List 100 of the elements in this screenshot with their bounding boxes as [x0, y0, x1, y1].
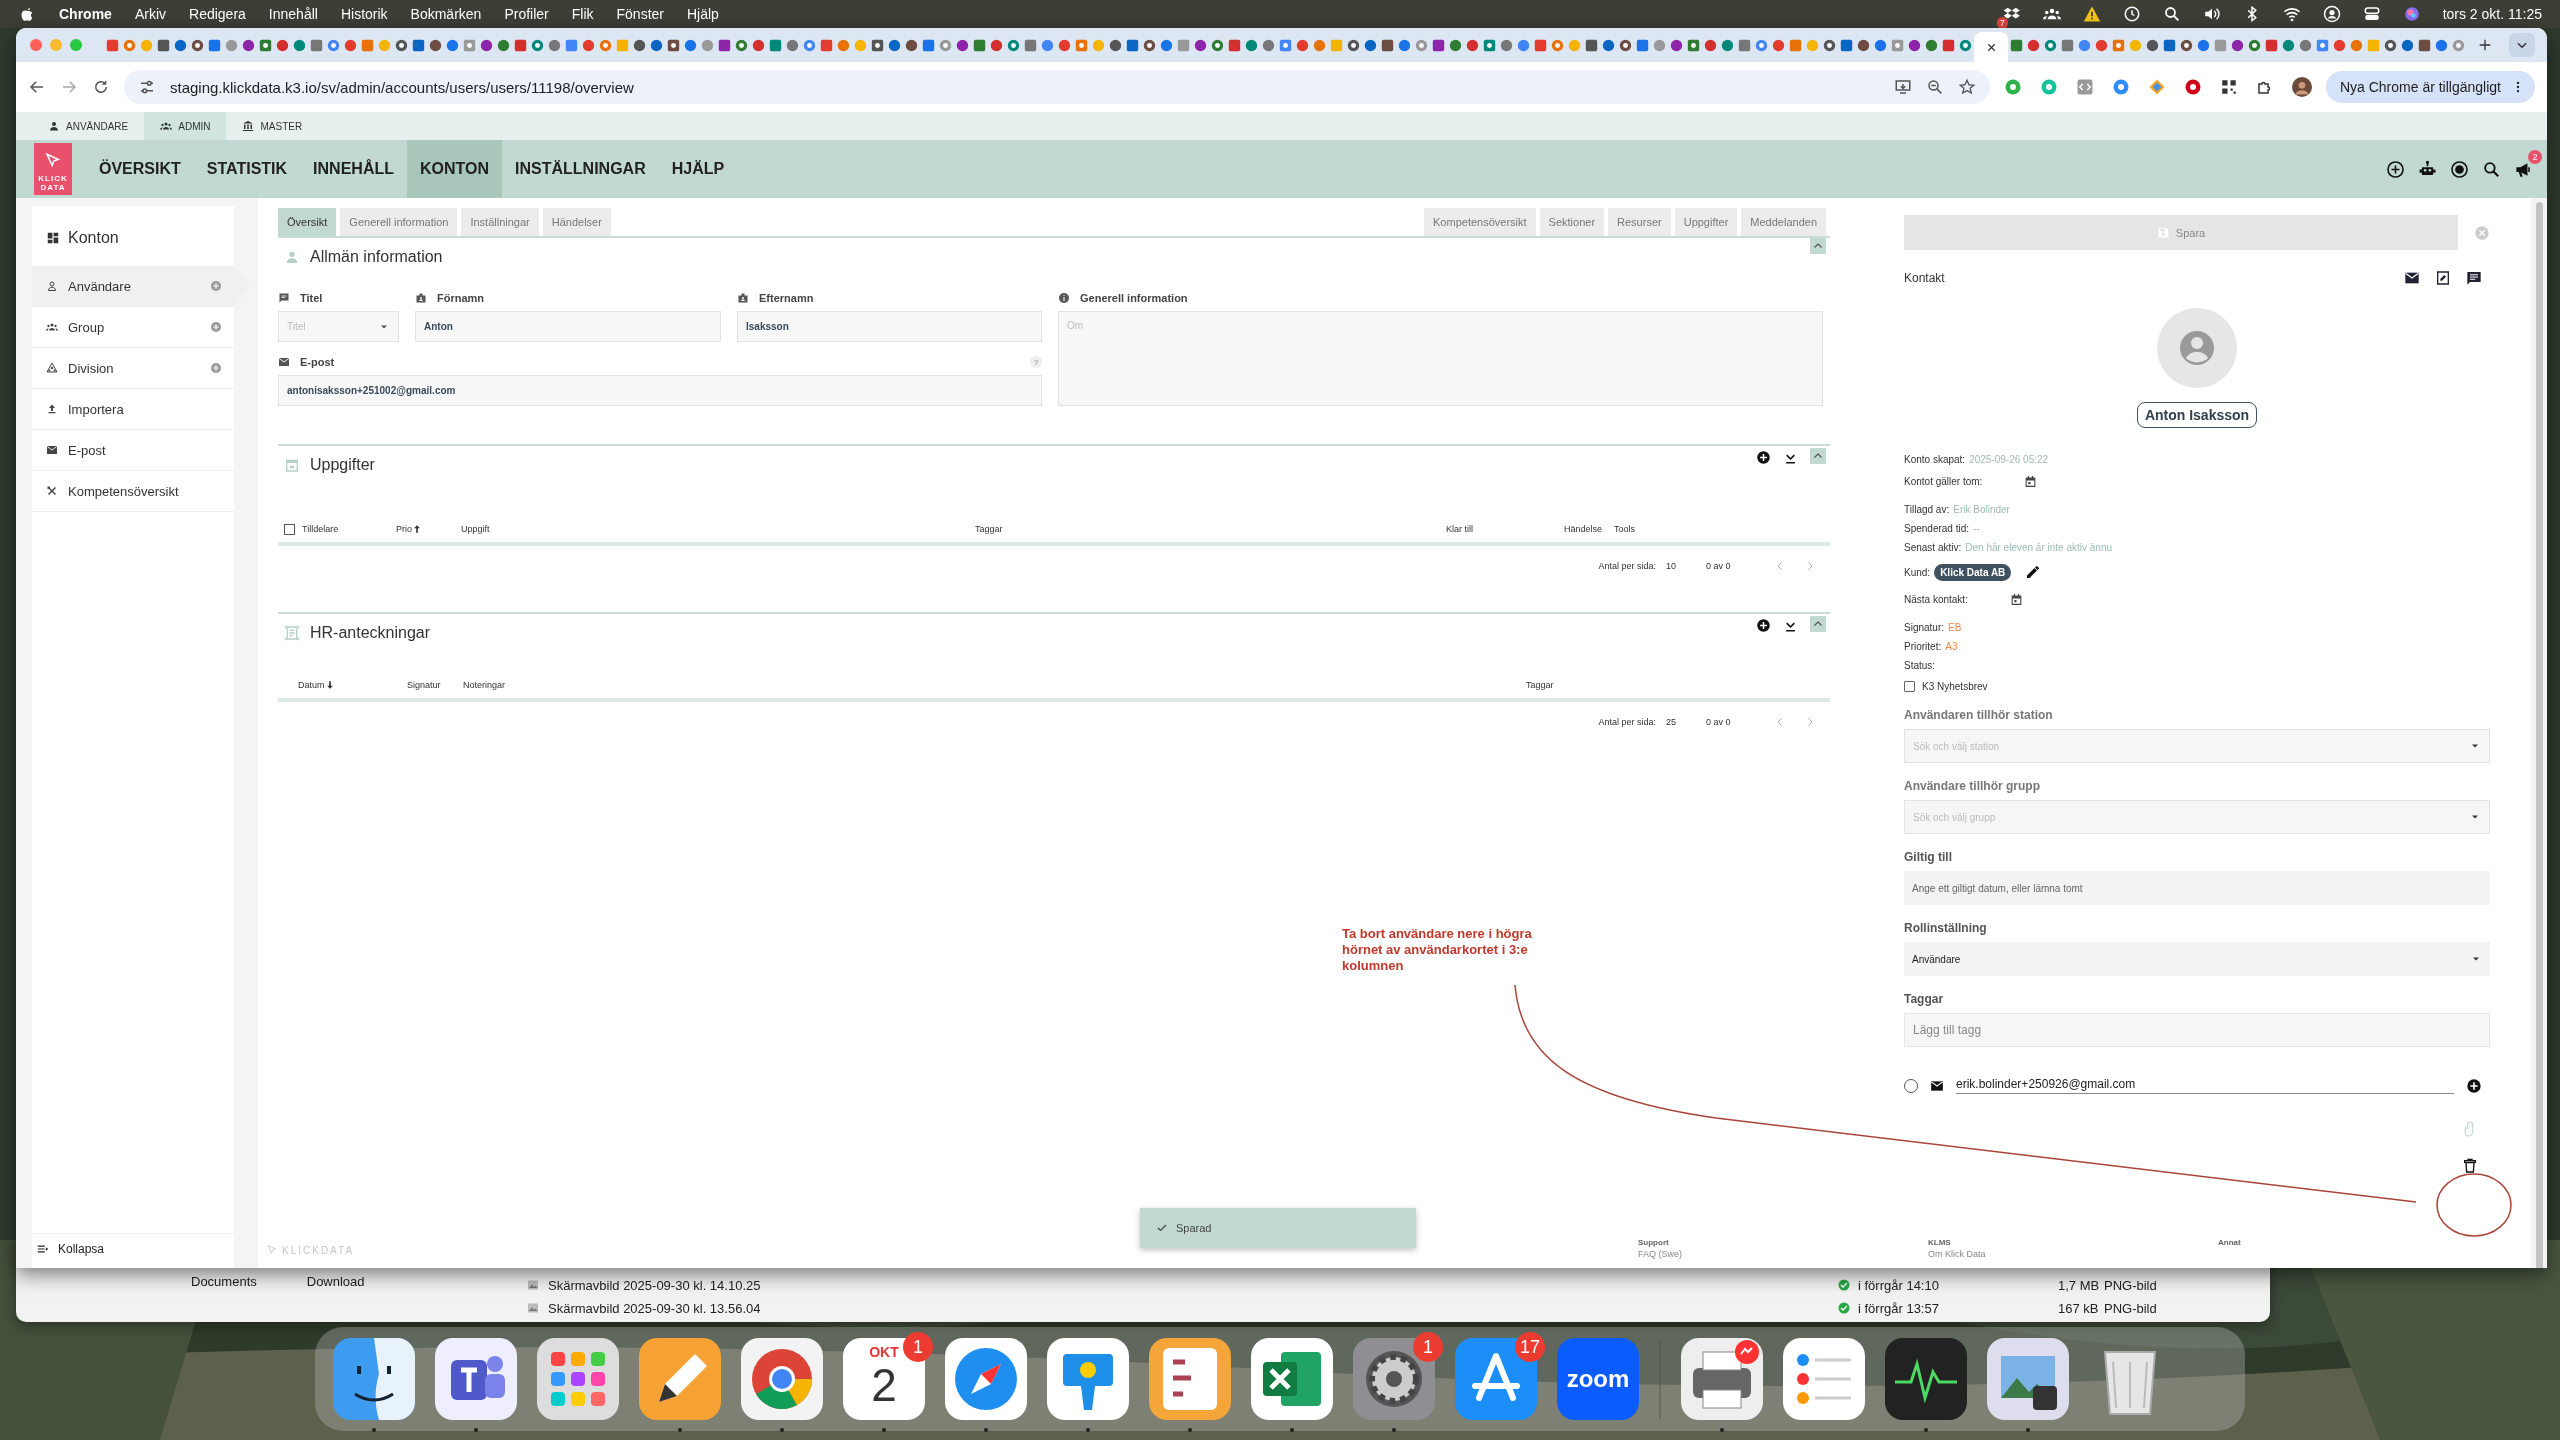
menu-item[interactable]: Innehåll	[268, 6, 318, 22]
printer-icon[interactable]	[1681, 1338, 1763, 1420]
edit-note-icon[interactable]	[2435, 270, 2451, 286]
mail-icon[interactable]	[2404, 270, 2420, 286]
tab[interactable]: Översikt	[278, 208, 337, 236]
sidebar-item[interactable]: Download	[306, 1274, 365, 1322]
nav-item[interactable]: KONTON	[407, 140, 503, 198]
podium-icon[interactable]	[1047, 1338, 1129, 1420]
warning-icon[interactable]	[2082, 5, 2101, 23]
calendar-icon[interactable]	[2009, 593, 2023, 606]
video-app-icon[interactable]: zoom	[1557, 1338, 1639, 1420]
update-button[interactable]: Nya Chrome är tillgängligt	[2325, 71, 2535, 103]
per-page-select[interactable]: 25	[1666, 717, 1706, 727]
date-field[interactable]: Ange ett giltigt datum, eller lämna tomt	[1904, 871, 2490, 905]
app-grid-icon[interactable]	[537, 1338, 619, 1420]
smiling-face-icon[interactable]	[333, 1338, 415, 1420]
nav-item[interactable]: STATISTIK	[193, 140, 301, 198]
collapse-button[interactable]	[1810, 447, 1826, 464]
sort-up-icon[interactable]	[412, 524, 422, 534]
calendar-icon[interactable]	[2024, 475, 2038, 488]
menu-item[interactable]: Fönster	[616, 6, 664, 22]
footer-link[interactable]: Om Klick Data	[1928, 1249, 2218, 1259]
add-icon[interactable]	[1756, 618, 1771, 633]
sidebar-item[interactable]: Documents	[191, 1274, 257, 1322]
column-header[interactable]: Taggar	[975, 524, 1003, 534]
column-header[interactable]: Händelse	[1564, 524, 1603, 534]
back-icon[interactable]	[28, 78, 46, 96]
spreadsheet-icon[interactable]	[1251, 1338, 1333, 1420]
menu-item[interactable]: Chrome	[59, 6, 112, 22]
file-name[interactable]: Skärmavbild 2025-09-30 kl. 14.10.25	[548, 1277, 1838, 1293]
add-icon[interactable]	[2466, 1077, 2482, 1094]
profile-avatar[interactable]	[2291, 77, 2312, 97]
tab[interactable]: Inställningar	[461, 208, 539, 236]
sidebar-item[interactable]: Importera	[32, 389, 234, 430]
nav-item[interactable]: INSTÄLLNINGAR	[502, 140, 659, 198]
nav-item[interactable]: INNEHÅLL	[300, 140, 407, 198]
column-header[interactable]: Noteringar	[463, 680, 506, 690]
role-select[interactable]: Användare	[1904, 942, 2490, 976]
checklist-icon[interactable]	[1783, 1338, 1865, 1420]
address-bar[interactable]: staging.klickdata.k3.io/sv/admin/accounts/users/users/11198/overview	[124, 70, 1990, 104]
extension-icon[interactable]	[2183, 78, 2202, 96]
letters-icon[interactable]	[1149, 1338, 1231, 1420]
search-icon[interactable]	[2162, 5, 2181, 23]
waveform-icon[interactable]	[1885, 1338, 1967, 1420]
role-tab[interactable]: ANVÄNDARE	[32, 112, 145, 140]
collapse-button[interactable]: Kollapsa	[32, 1233, 234, 1264]
zoom-icon[interactable]	[1925, 78, 1944, 96]
orb-icon[interactable]	[2402, 5, 2421, 23]
nav-item[interactable]: ÖVERSIKT	[86, 140, 194, 198]
role-tab[interactable]: MASTER	[226, 112, 319, 140]
user-icon[interactable]	[2322, 5, 2341, 23]
gear-icon[interactable]	[1353, 1338, 1435, 1420]
menu-item[interactable]: Historik	[340, 6, 388, 22]
app-store-icon[interactable]	[1455, 1338, 1537, 1420]
clock-icon[interactable]	[2122, 5, 2141, 23]
role-tab[interactable]: ADMIN	[144, 112, 227, 140]
message-icon[interactable]	[2466, 270, 2482, 286]
sidebar-item[interactable]: E-post	[32, 430, 234, 471]
column-header[interactable]: Taggar	[1526, 680, 1554, 690]
compass-icon[interactable]	[945, 1338, 1027, 1420]
sidebar-item[interactable]: Group	[32, 307, 234, 348]
email-field[interactable]: antonisaksson+251002@gmail.com	[278, 375, 1042, 406]
nav-item[interactable]: HJÄLP	[658, 140, 738, 198]
tab[interactable]: Resurser	[1608, 208, 1671, 236]
column-header[interactable]: Tools	[1614, 524, 1635, 534]
tab[interactable]: Generell information	[340, 208, 458, 236]
tab[interactable]: Meddelanden	[1741, 208, 1826, 236]
menu-item[interactable]: Redigera	[189, 6, 246, 22]
column-header[interactable]: Uppgift	[461, 524, 490, 534]
column-header[interactable]: Klar till	[1446, 524, 1473, 534]
toggles-icon[interactable]	[2362, 5, 2381, 23]
logo[interactable]: KLICK DATA	[34, 143, 72, 195]
extension-icon[interactable]	[2219, 78, 2238, 96]
collapse-button[interactable]	[1810, 615, 1826, 632]
close-button[interactable]	[30, 39, 42, 51]
add-icon[interactable]	[1756, 450, 1771, 465]
per-page-select[interactable]: 10	[1666, 561, 1706, 571]
trash-icon[interactable]	[2462, 1158, 2478, 1174]
tune-icon[interactable]	[138, 78, 156, 96]
search-icon[interactable]	[2482, 159, 2501, 179]
sidebar-item[interactable]: Kompetensöversikt	[32, 471, 234, 512]
new-tab-icon[interactable]	[2477, 37, 2493, 53]
first-name-field[interactable]: Anton	[415, 311, 721, 342]
photos-icon[interactable]	[1987, 1338, 2069, 1420]
menu-item[interactable]: Bokmärken	[410, 6, 482, 22]
email-field[interactable]: erik.bolinder+250926@gmail.com	[1956, 1077, 2454, 1094]
column-header[interactable]: Datum	[298, 680, 325, 690]
pen-icon[interactable]	[639, 1338, 721, 1420]
record-icon[interactable]	[2450, 159, 2469, 179]
menu-item[interactable]: Profiler	[504, 6, 549, 22]
checkbox[interactable]	[1904, 681, 1915, 692]
tab[interactable]: Sektioner	[1539, 208, 1605, 236]
add-icon[interactable]	[2386, 159, 2405, 179]
menu-item[interactable]: Hjälp	[687, 6, 719, 22]
footer-link[interactable]: FAQ (Swe)	[1638, 1249, 1928, 1259]
reload-icon[interactable]	[92, 78, 110, 96]
menu-item[interactable]: Arkiv	[134, 6, 167, 22]
column-header[interactable]: Tilldelare	[302, 524, 339, 534]
last-name-field[interactable]: Isaksson	[737, 311, 1042, 342]
star-icon[interactable]	[1957, 78, 1976, 96]
